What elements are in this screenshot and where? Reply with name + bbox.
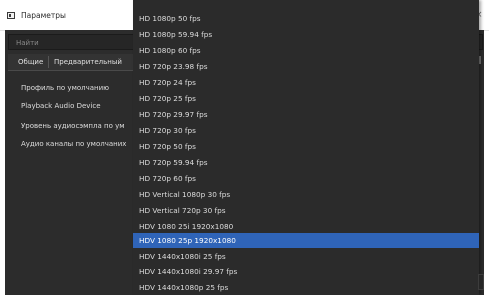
dropdown-option[interactable]: HD 720p 60 fps [133,171,479,186]
tab-divider [48,56,49,68]
dropdown-option[interactable]: HDV 1080 25i 1920x1080 [133,219,479,234]
dropdown-option[interactable]: HD 1080p 59.94 fps [133,27,479,42]
tab-bar: Общие Предварительный [8,54,138,71]
dropdown-option[interactable]: HD 720p 30 fps [133,123,479,138]
dropdown-option[interactable]: HD 1080p 60 fps [133,43,479,58]
setting-label-default-profile: Профиль по умолчанию [21,84,110,92]
value-field[interactable] [478,274,484,290]
app-window-icon [7,12,15,19]
dropdown-option-selected[interactable]: HDV 1080 25p 1920x1080 [133,233,479,248]
scrollbar-handle[interactable] [479,56,481,64]
setting-label-playback-device: Playback Audio Device [21,102,101,110]
dropdown-option[interactable]: HDV 1440x1080i 25 fps [133,249,479,264]
tab-general[interactable]: Общие [18,58,43,66]
dropdown-option[interactable]: HD 720p 59.94 fps [133,155,479,170]
dropdown-option[interactable]: HD 720p 25 fps [133,91,479,106]
window-title: Параметры [21,11,66,20]
dropdown-option[interactable]: HDV 1440x1080p 25 fps [133,280,479,295]
dropdown-option[interactable]: HD Vertical 1080p 30 fps [133,187,479,202]
dropdown-option[interactable]: HD 1080p 50 fps [133,11,479,26]
dropdown-option[interactable]: HDV 1440x1080i 29.97 fps [133,264,479,279]
search-placeholder: Найти [16,39,39,47]
profile-dropdown-list[interactable]: HD 1080p 50 fps HD 1080p 59.94 fps HD 10… [133,0,479,295]
setting-label-audio-channels: Аудио каналы по умолчаних [21,140,127,148]
dropdown-option[interactable]: HD 720p 29.97 fps [133,107,479,122]
dropdown-option[interactable]: HD 720p 50 fps [133,139,479,154]
tab-preview[interactable]: Предварительный [54,58,122,66]
dropdown-option[interactable]: HD Vertical 720p 30 fps [133,203,479,218]
dropdown-option[interactable]: HD 720p 23.98 fps [133,59,479,74]
dropdown-option[interactable]: HD 720p 24 fps [133,75,479,90]
setting-label-audio-sample-rate: Уровень аудиосэмпла по ум [21,122,125,130]
